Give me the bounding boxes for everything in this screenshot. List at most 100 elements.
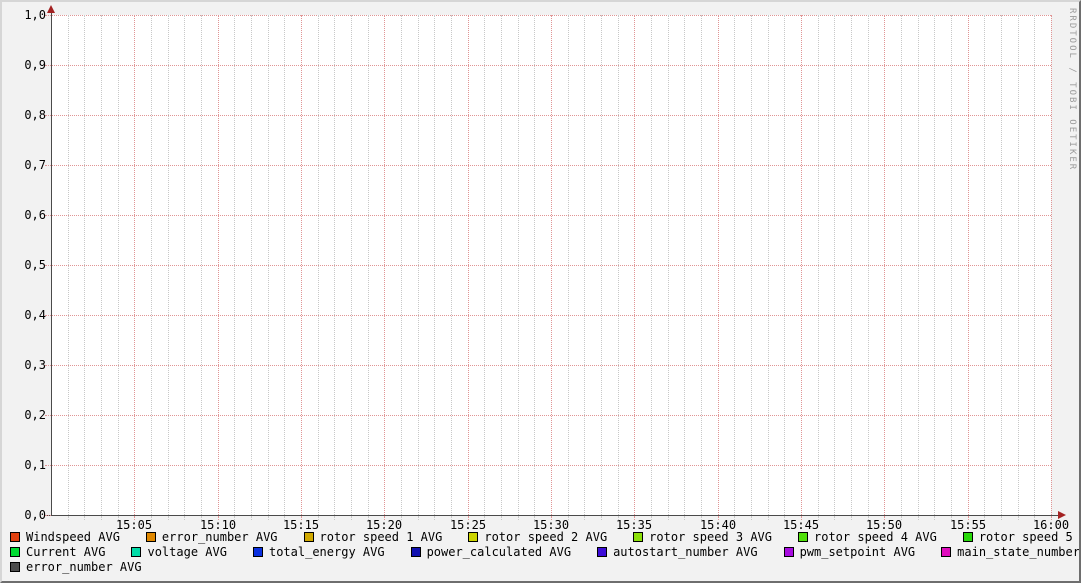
legend-swatch bbox=[597, 547, 607, 557]
y-tick-label: 0,4 bbox=[10, 308, 46, 322]
gridline-major-v bbox=[384, 15, 385, 515]
gridline-minor-v bbox=[118, 15, 119, 515]
x-tick-label: 15:35 bbox=[612, 518, 656, 532]
legend-swatch bbox=[131, 547, 141, 557]
x-tick-mark-minor bbox=[768, 516, 769, 520]
gridline-minor-v bbox=[734, 15, 735, 515]
gridline-major-v bbox=[1051, 15, 1052, 515]
x-tick-mark-minor bbox=[818, 516, 819, 520]
legend-swatch bbox=[253, 547, 263, 557]
x-tick-mark-minor bbox=[851, 516, 852, 520]
legend-item-label: rotor speed 5 AVG bbox=[979, 530, 1081, 544]
legend-swatch bbox=[468, 532, 478, 542]
gridline-minor-v bbox=[84, 15, 85, 515]
gridline-minor-v bbox=[501, 15, 502, 515]
legend-item: pwm_setpoint AVG bbox=[784, 545, 916, 559]
gridline-minor-v bbox=[668, 15, 669, 515]
y-axis-arrow-icon bbox=[47, 5, 55, 13]
x-tick-mark-minor bbox=[918, 516, 919, 520]
gridline-minor-v bbox=[234, 15, 235, 515]
rrd-graph-canvas: Windspeed AVG error_number AVG rotor speed… bbox=[0, 0, 1081, 583]
legend-swatch bbox=[798, 532, 808, 542]
legend-swatch bbox=[10, 562, 20, 572]
x-tick-mark-minor bbox=[168, 516, 169, 520]
x-tick-mark-minor bbox=[351, 516, 352, 520]
gridline-minor-v bbox=[768, 15, 769, 515]
x-tick-label: 16:00 bbox=[1029, 518, 1073, 532]
gridline-minor-v bbox=[368, 15, 369, 515]
y-tick-label: 0,0 bbox=[10, 508, 46, 522]
x-tick-mark-minor bbox=[534, 516, 535, 520]
legend-item-label: main_state_number AVG bbox=[957, 545, 1081, 559]
x-tick-label: 15:20 bbox=[362, 518, 406, 532]
legend-item-label: voltage AVG bbox=[147, 545, 226, 559]
x-tick-mark-minor bbox=[934, 516, 935, 520]
legend-item: total_energy AVG bbox=[253, 545, 385, 559]
gridline-major-v bbox=[718, 15, 719, 515]
gridline-minor-v bbox=[1034, 15, 1035, 515]
legend-row: Windspeed AVGerror_number AVGrotor speed… bbox=[10, 530, 1081, 544]
x-tick-mark-minor bbox=[1001, 516, 1002, 520]
legend-item-label: rotor speed 2 AVG bbox=[484, 530, 607, 544]
gridline-minor-v bbox=[184, 15, 185, 515]
legend-item: rotor speed 1 AVG bbox=[304, 530, 443, 544]
gridline-minor-v bbox=[851, 15, 852, 515]
legend-item: Current AVG bbox=[10, 545, 105, 559]
x-tick-mark-minor bbox=[368, 516, 369, 520]
gridline-minor-v bbox=[1018, 15, 1019, 515]
x-tick-mark-minor bbox=[434, 516, 435, 520]
x-tick-label: 15:40 bbox=[696, 518, 740, 532]
x-tick-label: 15:50 bbox=[862, 518, 906, 532]
gridline-minor-v bbox=[401, 15, 402, 515]
y-tick-label: 0,1 bbox=[10, 458, 46, 472]
x-tick-mark-minor bbox=[901, 516, 902, 520]
x-tick-mark-minor bbox=[284, 516, 285, 520]
legend-item: rotor speed 4 AVG bbox=[798, 530, 937, 544]
x-tick-mark-minor bbox=[518, 516, 519, 520]
legend-row: error_number AVG bbox=[10, 560, 1081, 574]
x-tick-mark-minor bbox=[951, 516, 952, 520]
x-tick-mark-minor bbox=[701, 516, 702, 520]
x-tick-mark-minor bbox=[118, 516, 119, 520]
x-tick-mark-minor bbox=[751, 516, 752, 520]
legend-item: Windspeed AVG bbox=[10, 530, 120, 544]
legend-item: error_number AVG bbox=[10, 560, 142, 574]
gridline-minor-v bbox=[934, 15, 935, 515]
gridline-minor-v bbox=[618, 15, 619, 515]
x-tick-mark-minor bbox=[784, 516, 785, 520]
legend-item-label: total_energy AVG bbox=[269, 545, 385, 559]
gridline-minor-v bbox=[868, 15, 869, 515]
gridline-minor-v bbox=[534, 15, 535, 515]
y-axis-line bbox=[51, 12, 52, 516]
x-tick-mark-minor bbox=[651, 516, 652, 520]
x-tick-mark-minor bbox=[201, 516, 202, 520]
y-tick-label: 0,9 bbox=[10, 58, 46, 72]
gridline-minor-v bbox=[268, 15, 269, 515]
gridline-minor-v bbox=[284, 15, 285, 515]
y-tick-label: 0,5 bbox=[10, 258, 46, 272]
legend-item-label: Current AVG bbox=[26, 545, 105, 559]
legend-swatch bbox=[10, 532, 20, 542]
legend-swatch bbox=[10, 547, 20, 557]
x-tick-mark-minor bbox=[1034, 516, 1035, 520]
gridline-minor-v bbox=[518, 15, 519, 515]
gridline-minor-v bbox=[251, 15, 252, 515]
y-tick-label: 1,0 bbox=[10, 8, 46, 22]
gridline-minor-v bbox=[318, 15, 319, 515]
x-tick-mark-minor bbox=[484, 516, 485, 520]
x-tick-mark-minor bbox=[268, 516, 269, 520]
legend-swatch bbox=[963, 532, 973, 542]
gridline-minor-v bbox=[651, 15, 652, 515]
legend-swatch bbox=[784, 547, 794, 557]
gridline-minor-v bbox=[834, 15, 835, 515]
y-tick-label: 0,6 bbox=[10, 208, 46, 222]
legend-item-label: rotor speed 3 AVG bbox=[649, 530, 772, 544]
x-tick-mark-minor bbox=[568, 516, 569, 520]
x-tick-label: 15:15 bbox=[279, 518, 323, 532]
gridline-minor-v bbox=[334, 15, 335, 515]
x-tick-mark-minor bbox=[318, 516, 319, 520]
x-tick-mark-minor bbox=[984, 516, 985, 520]
gridline-major-v bbox=[884, 15, 885, 515]
x-tick-mark-minor bbox=[418, 516, 419, 520]
legend: Windspeed AVG error_number AVG rotor speed… bbox=[10, 530, 1081, 575]
